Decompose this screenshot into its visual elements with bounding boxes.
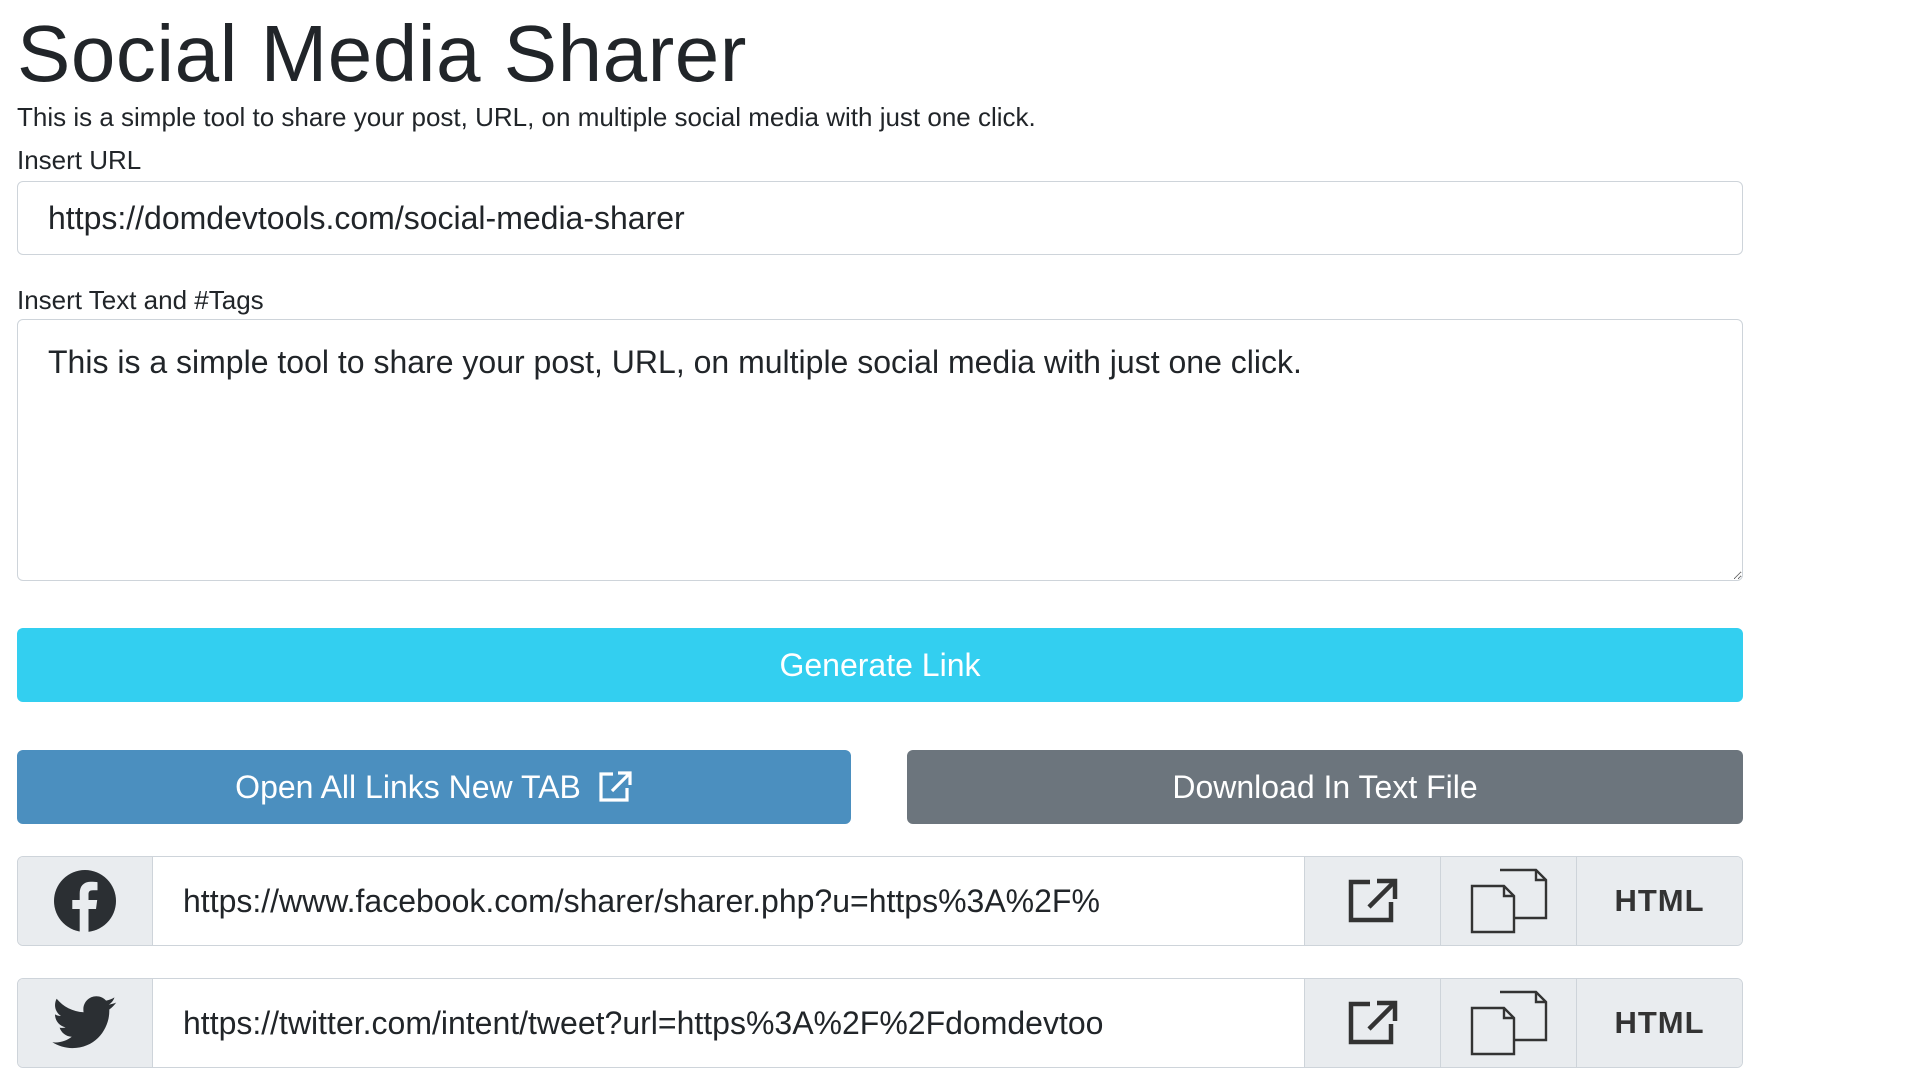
url-input[interactable] <box>17 181 1743 256</box>
external-link-icon <box>1343 876 1403 926</box>
facebook-html-button[interactable]: HTML <box>1576 857 1742 946</box>
external-link-icon <box>597 770 633 804</box>
bulk-actions-row: Open All Links New TAB Download In Text … <box>17 750 1743 825</box>
facebook-copy-button[interactable] <box>1440 857 1576 946</box>
twitter-copy-button[interactable] <box>1440 979 1576 1068</box>
page-title: Social Media Sharer <box>17 9 747 98</box>
copy-icon <box>1470 990 1548 1056</box>
twitter-brand <box>18 979 153 1068</box>
facebook-share-link[interactable]: https://www.facebook.com/sharer/sharer.p… <box>153 857 1304 946</box>
copy-icon <box>1470 868 1548 934</box>
generate-link-button[interactable]: Generate Link <box>17 628 1743 703</box>
generate-link-label: Generate Link <box>779 646 981 683</box>
download-text-file-button[interactable]: Download In Text File <box>907 750 1743 825</box>
facebook-open-button[interactable] <box>1304 857 1440 946</box>
twitter-icon <box>52 996 118 1050</box>
download-text-file-label: Download In Text File <box>1172 768 1478 805</box>
text-tags-label: Insert Text and #Tags <box>17 285 264 316</box>
external-link-icon <box>1343 998 1403 1048</box>
open-all-links-button[interactable]: Open All Links New TAB <box>17 750 851 825</box>
facebook-brand <box>18 857 153 946</box>
facebook-icon <box>53 869 117 934</box>
twitter-share-link[interactable]: https://twitter.com/intent/tweet?url=htt… <box>153 979 1304 1068</box>
text-tags-textarea[interactable]: This is a simple tool to share your post… <box>17 319 1743 582</box>
facebook-share-row: https://www.facebook.com/sharer/sharer.p… <box>17 856 1743 947</box>
twitter-html-button[interactable]: HTML <box>1576 979 1742 1068</box>
twitter-open-button[interactable] <box>1304 979 1440 1068</box>
twitter-share-row: https://twitter.com/intent/tweet?url=htt… <box>17 978 1743 1069</box>
page-description: This is a simple tool to share your post… <box>17 102 1036 132</box>
social-media-sharer-page: Social Media Sharer This is a simple too… <box>17 0 1743 1069</box>
open-all-links-label: Open All Links New TAB <box>235 768 581 805</box>
url-label: Insert URL <box>17 145 142 176</box>
